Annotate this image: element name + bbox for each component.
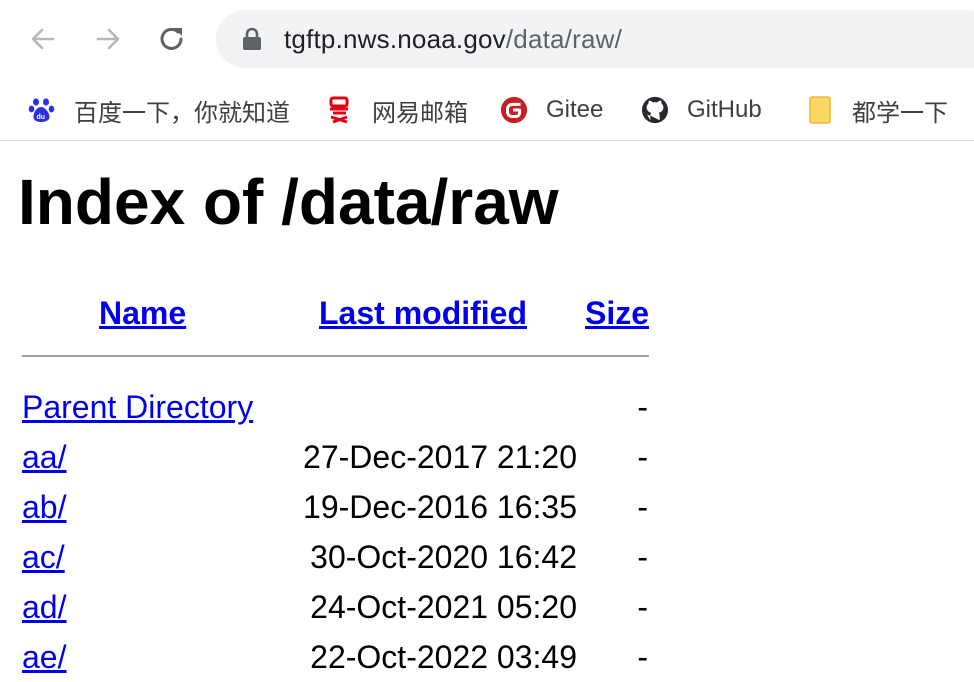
baidu-paw-icon: du [28,96,56,124]
bookmark-label: 网易邮箱 [372,99,468,127]
bookmark-label: GitHub [687,96,762,123]
row-date: 19-Dec-2016 16:35 [303,489,577,525]
row-size: - [637,639,648,675]
gitee-icon [500,96,528,124]
arrow-left-icon [31,28,55,50]
directory-link-ad[interactable]: ad/ [22,588,66,626]
listing-row: aa/ 27-Dec-2017 21:20 - [0,438,974,482]
browser-toolbar: tgftp.nws.noaa.gov/data/raw/ [0,0,974,80]
folder-icon [806,96,834,124]
row-date: 22-Oct-2022 03:49 [310,639,577,675]
row-size: - [637,489,648,525]
bookmark-baidu[interactable]: du 百度一下，你就知道 [28,88,290,132]
row-date: 27-Dec-2017 21:20 [303,439,577,475]
page-content: Index of /data/raw Name Last modified Si… [0,141,974,675]
page-title: Index of /data/raw [18,166,559,238]
url-host: tgftp.nws.noaa.gov [284,24,506,54]
netease-mail-icon [326,96,354,124]
github-icon [641,96,669,124]
row-size: - [637,539,648,575]
forward-button[interactable] [91,22,125,56]
sort-by-last-modified-link[interactable]: Last modified [319,295,527,331]
back-button[interactable] [26,22,60,56]
listing-row: ad/ 24-Oct-2021 05:20 - [0,588,974,632]
listing-row: ac/ 30-Oct-2020 16:42 - [0,538,974,582]
directory-link-ab[interactable]: ab/ [22,488,66,526]
listing-row-parent: Parent Directory - [0,388,974,432]
sort-by-size-link[interactable]: Size [585,295,649,331]
parent-directory-link[interactable]: Parent Directory [22,388,253,426]
header-divider [22,355,649,357]
lock-icon[interactable] [240,26,264,52]
listing-row: ae/ 22-Oct-2022 03:49 - [0,638,974,682]
listing-row: ab/ 19-Dec-2016 16:35 - [0,488,974,532]
bookmark-label: 百度一下，你就知道 [74,99,290,127]
row-date: 30-Oct-2020 16:42 [310,539,577,575]
bookmark-label: 都学一下 [852,99,948,127]
row-size: - [637,589,648,625]
reload-button[interactable] [155,22,189,56]
bookmark-github[interactable]: GitHub [641,88,762,132]
reload-icon [160,27,183,50]
sort-by-name-link[interactable]: Name [99,295,186,331]
row-size: - [637,389,648,425]
arrow-right-icon [96,28,120,50]
svg-text:du: du [37,114,46,121]
url-path: /data/raw/ [505,24,623,54]
bookmark-label: Gitee [546,96,604,123]
url-text[interactable]: tgftp.nws.noaa.gov/data/raw/ [284,23,622,55]
directory-link-aa[interactable]: aa/ [22,438,66,476]
directory-link-ac[interactable]: ac/ [22,538,65,576]
bookmark-netease-mail[interactable]: 网易邮箱 [326,88,468,132]
bookmark-folder[interactable]: 都学一下 [806,88,948,132]
row-date: 24-Oct-2021 05:20 [310,589,577,625]
bookmarks-bar: du 百度一下，你就知道 网易邮箱 Gitee GitHub 都学一下 [0,80,974,141]
address-bar[interactable]: tgftp.nws.noaa.gov/data/raw/ [216,10,974,68]
directory-link-ae[interactable]: ae/ [22,638,66,676]
bookmark-gitee[interactable]: Gitee [500,88,603,132]
row-size: - [637,439,648,475]
